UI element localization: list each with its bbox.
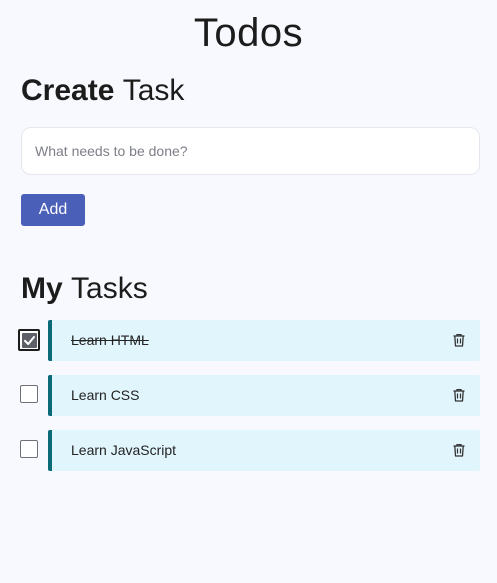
task-label: Learn JavaScript [71,442,177,458]
task-card: Learn HTML [48,320,480,361]
checkmark-icon [21,332,37,348]
task-label: Learn HTML [71,332,149,348]
task-list: Learn HTML Learn CSS Learn JavaScript [0,320,497,485]
task-item: Learn HTML [0,320,497,361]
task-checkbox[interactable] [20,385,38,403]
trash-icon[interactable] [451,442,467,458]
my-tasks-heading: My Tasks [21,270,148,308]
task-card: Learn CSS [48,375,480,416]
page-title: Todos [193,11,304,55]
task-card: Learn JavaScript [48,430,480,471]
tasks-heading-rest: Tasks [71,272,148,305]
create-heading-rest: Task [122,74,185,107]
add-task-button[interactable]: Add [21,194,85,226]
task-item: Learn JavaScript [0,430,497,471]
trash-icon[interactable] [451,387,467,403]
create-task-heading: Create Task [21,72,184,110]
trash-icon[interactable] [451,332,467,348]
task-checkbox[interactable] [20,440,38,458]
task-label: Learn CSS [71,387,140,403]
create-heading-bold: Create [21,74,115,107]
new-task-input[interactable] [21,127,480,175]
task-checkbox-checked[interactable] [18,329,40,351]
tasks-heading-bold: My [21,272,63,305]
task-item: Learn CSS [0,375,497,416]
